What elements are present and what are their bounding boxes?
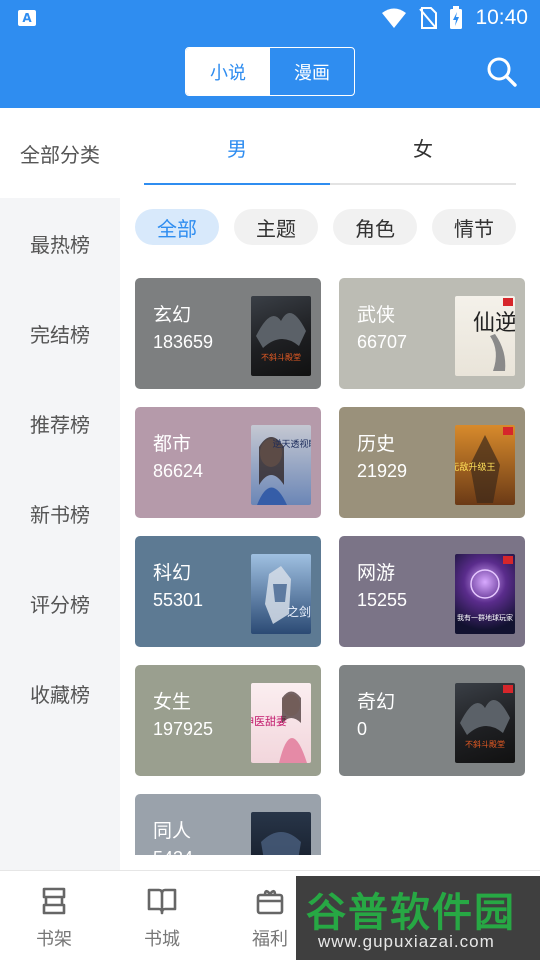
book-cover-image: 神医甜妻 bbox=[251, 683, 311, 763]
category-name: 奇幻 bbox=[357, 691, 396, 713]
chip-theme[interactable]: 主题 bbox=[234, 209, 318, 245]
svg-text:逆天透视眼: 逆天透视眼 bbox=[272, 438, 311, 450]
chip-role[interactable]: 角色 bbox=[333, 209, 417, 245]
category-card[interactable]: 武侠 66707 仙逆 bbox=[339, 278, 525, 389]
battery-charging-icon bbox=[450, 6, 463, 29]
category-count: 66707 bbox=[357, 332, 408, 352]
book-icon bbox=[147, 888, 177, 915]
category-name: 玄幻 bbox=[153, 304, 192, 326]
svg-text:仙逆: 仙逆 bbox=[473, 311, 515, 336]
watermark-url: www.gupuxiazai.com bbox=[318, 932, 495, 951]
bookshelf-icon bbox=[42, 887, 66, 915]
category-card[interactable]: 历史 21929 无敌升级王 bbox=[339, 407, 525, 518]
category-count: 86624 bbox=[153, 461, 204, 481]
category-card[interactable]: 女生 197925 神医甜妻 bbox=[135, 665, 321, 776]
category-count: 55301 bbox=[153, 590, 204, 610]
gift-icon bbox=[256, 889, 284, 915]
category-card[interactable]: 都市 86624 逆天透视眼 bbox=[135, 407, 321, 518]
gender-tabs: 男 女 bbox=[144, 108, 516, 186]
watermark-title: 谷普软件园 bbox=[306, 890, 516, 936]
site-watermark: 谷普软件园 www.gupuxiazai.com bbox=[296, 876, 540, 960]
category-count: 183659 bbox=[153, 332, 214, 352]
nav-bookshelf[interactable]: 书架 bbox=[0, 871, 108, 960]
book-cover-image: 我有一群地球玩家 bbox=[455, 554, 515, 634]
category-count: 5434 bbox=[153, 848, 193, 855]
svg-text:无敌升级王: 无敌升级王 bbox=[455, 461, 496, 473]
nav-label: 书城 bbox=[144, 929, 180, 950]
category-name: 武侠 bbox=[357, 304, 396, 326]
tab-comic[interactable]: 漫画 bbox=[270, 48, 354, 95]
tab-female[interactable]: 女 bbox=[330, 108, 516, 186]
sidebar-item-completed[interactable]: 完结榜 bbox=[0, 303, 120, 363]
chip-plot[interactable]: 情节 bbox=[432, 209, 516, 245]
no-sim-icon bbox=[419, 7, 438, 29]
clock: 10:40 bbox=[475, 6, 528, 29]
tab-active-indicator bbox=[144, 183, 330, 185]
sidebar-item-favorites[interactable]: 收藏榜 bbox=[0, 663, 120, 723]
sidebar-item-hottest[interactable]: 最热榜 bbox=[0, 213, 120, 273]
book-cover-image: 不斜斗殿堂 bbox=[251, 296, 311, 376]
category-card[interactable]: 网游 15255 我有一群地球玩家 bbox=[339, 536, 525, 647]
sidebar-item-rating[interactable]: 评分榜 bbox=[0, 573, 120, 633]
tab-male[interactable]: 男 bbox=[144, 108, 330, 186]
content-type-switch: 小说 漫画 bbox=[185, 47, 355, 96]
category-name: 都市 bbox=[153, 433, 192, 455]
category-grid: 玄幻 183659 不斜斗殿堂 武侠 66707 仙逆 都市 86624 逆天透… bbox=[120, 262, 540, 855]
nav-label: 书架 bbox=[36, 929, 72, 950]
book-cover-image: 仙逆 bbox=[455, 296, 515, 376]
svg-text:不斜斗殿堂: 不斜斗殿堂 bbox=[261, 352, 301, 362]
category-count: 15255 bbox=[357, 590, 408, 610]
sidebar-item-recommended[interactable]: 推荐榜 bbox=[0, 393, 120, 453]
svg-text:之剑: 之剑 bbox=[287, 604, 311, 619]
search-icon[interactable] bbox=[486, 56, 518, 88]
svg-text:我有一群地球玩家: 我有一群地球玩家 bbox=[457, 613, 513, 622]
status-bar: A 10:40 bbox=[0, 0, 540, 36]
category-name: 同人 bbox=[153, 820, 192, 842]
category-sidebar: 全部分类 最热榜 完结榜 推荐榜 新书榜 评分榜 收藏榜 bbox=[0, 108, 120, 870]
category-count: 197925 bbox=[153, 719, 214, 739]
app-notification-icon: A bbox=[18, 10, 36, 26]
category-count: 0 bbox=[357, 719, 368, 739]
book-cover-image: 不斜斗殿堂 bbox=[455, 683, 515, 763]
book-cover-image: 无敌升级王 bbox=[455, 425, 515, 505]
category-name: 历史 bbox=[357, 433, 396, 455]
category-card[interactable]: 玄幻 183659 不斜斗殿堂 bbox=[135, 278, 321, 389]
top-header: 小说 漫画 bbox=[0, 36, 540, 108]
category-count: 21929 bbox=[357, 461, 408, 481]
category-card[interactable]: 奇幻 0 不斜斗殿堂 bbox=[339, 665, 525, 776]
category-name: 女生 bbox=[153, 691, 192, 713]
svg-text:神医甜妻: 神医甜妻 bbox=[251, 714, 287, 728]
category-name: 科幻 bbox=[153, 562, 192, 584]
tab-novel[interactable]: 小说 bbox=[186, 48, 270, 95]
wifi-icon bbox=[382, 8, 407, 28]
category-card[interactable]: 科幻 55301 之剑 bbox=[135, 536, 321, 647]
system-icons: 10:40 bbox=[381, 4, 528, 32]
sidebar-item-new-books[interactable]: 新书榜 bbox=[0, 483, 120, 543]
category-card[interactable]: 同人 5434 bbox=[135, 794, 321, 855]
sidebar-item-all-categories[interactable]: 全部分类 bbox=[0, 108, 120, 198]
svg-text:不斜斗殿堂: 不斜斗殿堂 bbox=[465, 739, 505, 749]
nav-bookstore[interactable]: 书城 bbox=[108, 871, 216, 960]
chip-all[interactable]: 全部 bbox=[135, 209, 219, 245]
book-cover-image: 逆天透视眼 bbox=[251, 425, 311, 505]
book-cover-image: 之剑 bbox=[251, 554, 311, 634]
category-name: 网游 bbox=[357, 562, 396, 584]
book-cover-image bbox=[251, 812, 311, 855]
